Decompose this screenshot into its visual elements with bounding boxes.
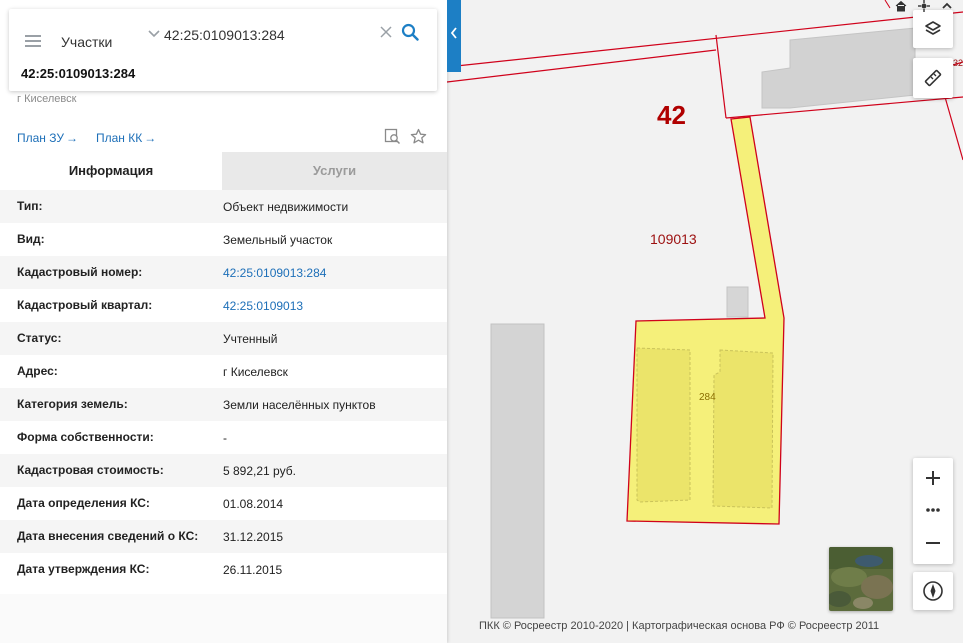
zoom-in-button[interactable] bbox=[913, 458, 953, 498]
plan-kk-link[interactable]: План КК → bbox=[96, 131, 156, 145]
info-row-land-category: Категория земель: Земли населённых пункт… bbox=[0, 388, 447, 421]
layers-icon bbox=[925, 21, 941, 35]
plan-zu-label: План ЗУ bbox=[17, 131, 64, 145]
info-tabs: Информация Услуги bbox=[0, 152, 447, 190]
collapse-arrow-icon bbox=[450, 27, 457, 39]
search-card: Участки 42:25:0109013:284 bbox=[9, 9, 437, 91]
info-panel: Участки 42:25:0109013:284 г Киселевск Пл… bbox=[0, 0, 447, 643]
chevron-up-icon[interactable] bbox=[941, 0, 953, 12]
info-value: 31.12.2015 bbox=[223, 530, 284, 544]
info-label: Дата определения КС: bbox=[17, 496, 150, 510]
info-label: Кадастровая стоимость: bbox=[17, 463, 164, 477]
measure-button[interactable] bbox=[913, 58, 953, 98]
info-label: Кадастровый номер: bbox=[17, 265, 143, 279]
info-label: Дата внесения сведений о КС: bbox=[17, 529, 199, 543]
info-label: Категория земель: bbox=[17, 397, 128, 411]
info-row-address: Адрес: г Киселевск bbox=[0, 355, 447, 388]
info-label: Форма собственности: bbox=[17, 430, 154, 444]
compass-icon bbox=[923, 581, 943, 601]
info-label: Адрес: bbox=[17, 364, 58, 378]
info-label: Кадастровый квартал: bbox=[17, 298, 153, 312]
info-row-status: Статус: Учтенный bbox=[0, 322, 447, 355]
map-attribution: ПКК © Росреестр 2010-2020 | Картографиче… bbox=[479, 620, 880, 632]
info-value: Объект недвижимости bbox=[223, 200, 349, 214]
result-address: г Киселевск bbox=[17, 93, 77, 105]
building-small bbox=[726, 286, 749, 318]
parcel-building-right bbox=[712, 349, 774, 509]
tab-info[interactable]: Информация bbox=[0, 152, 222, 190]
info-value: Земельный участок bbox=[223, 233, 333, 247]
zoom-controls bbox=[913, 458, 953, 564]
info-value: Земли населённых пунктов bbox=[223, 398, 376, 412]
info-row-entry-date: Дата внесения сведений о КС: 31.12.2015 bbox=[0, 520, 447, 553]
info-row-value-date: Дата определения КС: 01.08.2014 bbox=[0, 487, 447, 520]
info-row-cadastral-number: Кадастровый номер: 42:25:0109013:284 bbox=[0, 256, 447, 289]
minus-icon bbox=[926, 542, 940, 544]
more-icon bbox=[926, 508, 940, 512]
basemap-switcher[interactable] bbox=[829, 547, 893, 611]
plus-icon bbox=[926, 471, 940, 485]
search-icon[interactable] bbox=[401, 23, 419, 41]
cadastral-quarter-link[interactable]: 42:25:0109013 bbox=[223, 299, 303, 313]
info-row-kind: Вид: Земельный участок bbox=[0, 223, 447, 256]
info-label: Дата утверждения КС: bbox=[17, 562, 150, 576]
building-top-right bbox=[761, 27, 916, 109]
collapse-panel-button[interactable] bbox=[447, 0, 461, 72]
plan-kk-label: План КК bbox=[96, 131, 143, 145]
info-value: г Киселевск bbox=[223, 365, 288, 379]
info-label: Статус: bbox=[17, 331, 62, 345]
info-value: 26.11.2015 bbox=[223, 563, 283, 577]
plan-zu-link[interactable]: План ЗУ → bbox=[17, 131, 78, 145]
satellite-thumbnail bbox=[829, 547, 893, 611]
building-long-left bbox=[490, 323, 545, 619]
panel-footer bbox=[0, 594, 447, 643]
info-row-cadastral-quarter: Кадастровый квартал: 42:25:0109013 bbox=[0, 289, 447, 322]
parcel-number-label: 284 bbox=[699, 392, 716, 403]
zoom-out-button[interactable] bbox=[913, 522, 953, 564]
cadastral-quarter-label: 109013 bbox=[650, 231, 697, 247]
info-value: Учтенный bbox=[223, 332, 278, 346]
info-row-approval-date: Дата утверждения КС: 26.11.2015 bbox=[0, 553, 447, 586]
clear-icon[interactable] bbox=[379, 25, 393, 39]
info-label: Вид: bbox=[17, 232, 45, 246]
info-row-ownership: Форма собственности: - bbox=[0, 421, 447, 454]
cadastral-district-label: 42 bbox=[657, 100, 686, 130]
search-type-label: Участки bbox=[61, 34, 113, 50]
info-value: 5 892,21 руб. bbox=[223, 464, 296, 478]
layers-button[interactable] bbox=[913, 10, 953, 48]
plan-kk-arrow: → bbox=[144, 131, 157, 145]
locate-icon[interactable] bbox=[918, 0, 930, 12]
menu-icon[interactable] bbox=[25, 35, 41, 48]
ruler-icon bbox=[924, 69, 942, 87]
home-icon[interactable] bbox=[895, 0, 907, 12]
edge-label: 32 bbox=[953, 58, 963, 68]
zoom-more-button[interactable] bbox=[913, 498, 953, 522]
info-row-type: Тип: Объект недвижимости bbox=[0, 190, 447, 223]
info-row-cadastral-value: Кадастровая стоимость: 5 892,21 руб. bbox=[0, 454, 447, 487]
star-icon[interactable] bbox=[410, 128, 427, 145]
info-label: Тип: bbox=[17, 199, 43, 213]
result-title[interactable]: 42:25:0109013:284 bbox=[21, 66, 135, 81]
cadastral-number-link[interactable]: 42:25:0109013:284 bbox=[223, 266, 326, 280]
plan-zu-arrow: → bbox=[66, 131, 78, 145]
parcel-building-left bbox=[636, 347, 691, 503]
search-input[interactable] bbox=[164, 23, 374, 47]
map-search-icon[interactable] bbox=[384, 128, 401, 145]
tab-services[interactable]: Услуги bbox=[222, 152, 447, 190]
compass-button[interactable] bbox=[913, 572, 953, 610]
info-value: - bbox=[223, 431, 227, 445]
chevron-down-icon bbox=[148, 30, 160, 38]
info-table: Тип: Объект недвижимости Вид: Земельный … bbox=[0, 190, 447, 586]
info-value: 01.08.2014 bbox=[223, 497, 284, 511]
